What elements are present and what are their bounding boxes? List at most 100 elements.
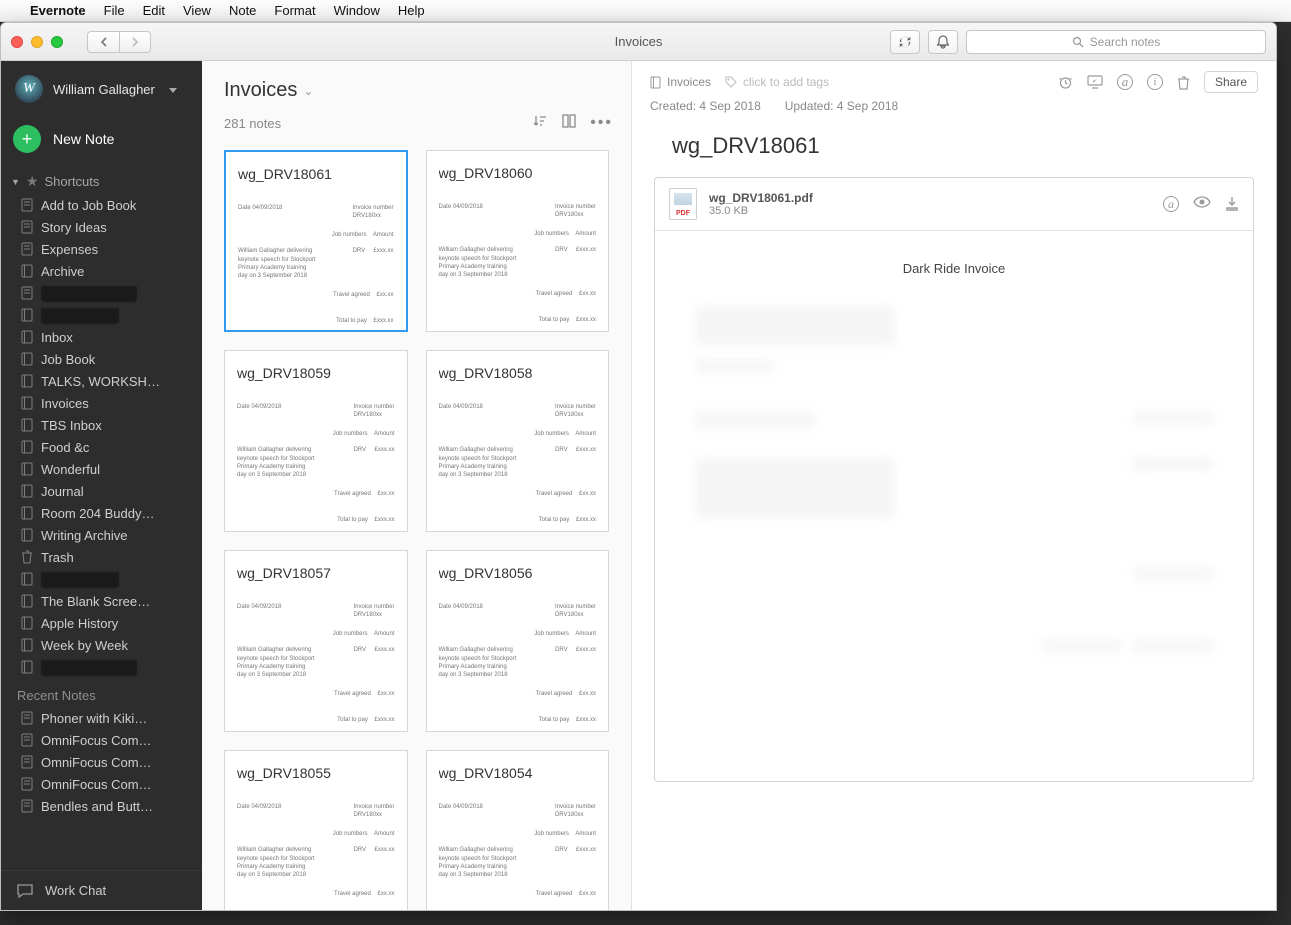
note-card-grid: wg_DRV18061Date 04/09/2018Invoice number… xyxy=(202,142,631,910)
account-switcher[interactable]: W William Gallagher xyxy=(1,61,202,117)
sidebar-item[interactable]: Wonderful xyxy=(1,458,202,480)
sidebar-item[interactable]: Expenses xyxy=(1,238,202,260)
sidebar-item[interactable]: Invoices xyxy=(1,392,202,414)
notebook-title-text: Invoices xyxy=(224,79,297,102)
notebook-icon xyxy=(21,264,35,278)
sidebar-item[interactable]: Bendles and Butt… xyxy=(1,795,202,817)
note-card-title: wg_DRV18059 xyxy=(237,365,395,381)
view-toggle-button[interactable] xyxy=(562,114,576,132)
sidebar-item[interactable]: Week by Week xyxy=(1,634,202,656)
note-card[interactable]: wg_DRV18054Date 04/09/2018Invoice number… xyxy=(426,750,610,910)
sidebar-item[interactable]: ██████████ xyxy=(1,656,202,678)
sidebar-item[interactable]: Room 204 Buddy… xyxy=(1,502,202,524)
note-card[interactable]: wg_DRV18060 Date 04/09/2018Invoice number… xyxy=(426,150,610,332)
menu-edit[interactable]: Edit xyxy=(143,3,165,18)
sidebar-item[interactable]: Story Ideas xyxy=(1,216,202,238)
sidebar-item[interactable]: Add to Job Book xyxy=(1,194,202,216)
trash-icon xyxy=(21,550,35,564)
updated-date: Updated: 4 Sep 2018 xyxy=(785,99,898,113)
window-zoom-button[interactable] xyxy=(51,36,63,48)
note-card[interactable]: wg_DRV18056Date 04/09/2018Invoice number… xyxy=(426,550,610,732)
note-card-preview: Date 04/09/2018Invoice numberDRV180xxJob… xyxy=(439,803,597,910)
forward-button[interactable] xyxy=(119,31,151,53)
note-card-title: wg_DRV18060 xyxy=(439,165,597,181)
note-card[interactable]: wg_DRV18057Date 04/09/2018Invoice number… xyxy=(224,550,408,732)
download-attachment-button[interactable] xyxy=(1225,196,1239,212)
menu-note[interactable]: Note xyxy=(229,3,256,18)
activity-button[interactable] xyxy=(928,30,958,54)
sidebar-item[interactable]: TBS Inbox xyxy=(1,414,202,436)
menu-help[interactable]: Help xyxy=(398,3,425,18)
sidebar-item[interactable]: Journal xyxy=(1,480,202,502)
window-close-button[interactable] xyxy=(11,36,23,48)
attachment-size: 35.0 KB xyxy=(709,205,813,217)
note-card[interactable]: wg_DRV18055Date 04/09/2018Invoice number… xyxy=(224,750,408,910)
attachment-name[interactable]: wg_DRV18061.pdf xyxy=(709,191,813,205)
new-note-button[interactable]: + New Note xyxy=(1,117,202,169)
search-placeholder: Search notes xyxy=(1090,35,1161,49)
sort-button[interactable] xyxy=(532,114,548,132)
present-button[interactable] xyxy=(1087,75,1103,89)
sidebar-item-label: Archive xyxy=(41,264,84,279)
notebook-icon xyxy=(650,76,661,89)
created-date: Created: 4 Sep 2018 xyxy=(650,99,761,113)
notebook-title[interactable]: Invoices ⌄ xyxy=(224,79,609,102)
tags-field[interactable]: click to add tags xyxy=(725,75,829,89)
note-title[interactable]: wg_DRV18061 xyxy=(632,127,1276,177)
sidebar-item[interactable]: Food &c xyxy=(1,436,202,458)
sidebar-item[interactable]: OmniFocus Com… xyxy=(1,751,202,773)
preview-attachment-button[interactable] xyxy=(1193,196,1211,212)
sidebar-item[interactable]: Archive xyxy=(1,260,202,282)
sidebar-item[interactable]: ████████ xyxy=(1,304,202,326)
window-minimize-button[interactable] xyxy=(31,36,43,48)
plus-icon: + xyxy=(13,125,41,153)
notebook-icon xyxy=(21,308,35,322)
note-card-preview: Date 04/09/2018Invoice numberDRV180xxJob… xyxy=(439,603,597,725)
sidebar-item[interactable]: OmniFocus Com… xyxy=(1,773,202,795)
info-button[interactable]: i xyxy=(1147,74,1163,90)
sidebar-item[interactable]: Job Book xyxy=(1,348,202,370)
sidebar-item[interactable]: Phoner with Kiki… xyxy=(1,707,202,729)
recent-notes-header: Recent Notes xyxy=(1,678,202,707)
note-card[interactable]: wg_DRV18058Date 04/09/2018Invoice number… xyxy=(426,350,610,532)
note-icon xyxy=(21,711,35,725)
app-menu[interactable]: Evernote xyxy=(30,3,86,18)
sidebar-item[interactable]: Trash xyxy=(1,546,202,568)
back-button[interactable] xyxy=(87,31,119,53)
sidebar: W William Gallagher + New Note ▼ ★ Short… xyxy=(1,61,202,910)
menu-file[interactable]: File xyxy=(104,3,125,18)
search-input[interactable]: Search notes xyxy=(966,30,1266,54)
menu-window[interactable]: Window xyxy=(334,3,380,18)
sidebar-item[interactable]: The Blank Scree… xyxy=(1,590,202,612)
notebook-crumb[interactable]: Invoices xyxy=(650,75,711,89)
note-detail-panel: Invoices click to add tags a i Share Cre xyxy=(632,61,1276,910)
sidebar-item[interactable]: OmniFocus Com… xyxy=(1,729,202,751)
annotate-button[interactable]: a xyxy=(1117,74,1133,90)
reminder-button[interactable] xyxy=(1058,75,1073,90)
share-button[interactable]: Share xyxy=(1204,71,1258,93)
menu-view[interactable]: View xyxy=(183,3,211,18)
sidebar-item[interactable]: Apple History xyxy=(1,612,202,634)
sidebar-item-label: Story Ideas xyxy=(41,220,107,235)
shortcuts-header[interactable]: ▼ ★ Shortcuts xyxy=(1,169,202,194)
note-icon xyxy=(21,242,35,256)
work-chat-button[interactable]: Work Chat xyxy=(1,870,202,910)
sidebar-item-label: Food &c xyxy=(41,440,89,455)
note-card[interactable]: wg_DRV18059Date 04/09/2018Invoice number… xyxy=(224,350,408,532)
sidebar-item[interactable]: ██████████ xyxy=(1,282,202,304)
delete-button[interactable] xyxy=(1177,75,1190,90)
more-options-button[interactable]: ••• xyxy=(590,114,613,132)
sidebar-item[interactable]: Inbox xyxy=(1,326,202,348)
annotate-attachment-button[interactable]: a xyxy=(1163,196,1179,212)
note-card-preview: Date 04/09/2018Invoice numberDRV180xxJob… xyxy=(237,603,395,725)
note-count: 281 notes xyxy=(224,116,281,131)
menu-format[interactable]: Format xyxy=(274,3,315,18)
sidebar-item[interactable]: ████████ xyxy=(1,568,202,590)
sidebar-item[interactable]: Writing Archive xyxy=(1,524,202,546)
sidebar-item[interactable]: TALKS, WORKSH… xyxy=(1,370,202,392)
note-card[interactable]: wg_DRV18061Date 04/09/2018Invoice number… xyxy=(224,150,408,332)
sidebar-item-label: Add to Job Book xyxy=(41,198,136,213)
sync-button[interactable] xyxy=(890,30,920,54)
note-card-preview: Date 04/09/2018Invoice numberDRV180xxJob… xyxy=(439,203,597,325)
sidebar-item-label: Writing Archive xyxy=(41,528,127,543)
